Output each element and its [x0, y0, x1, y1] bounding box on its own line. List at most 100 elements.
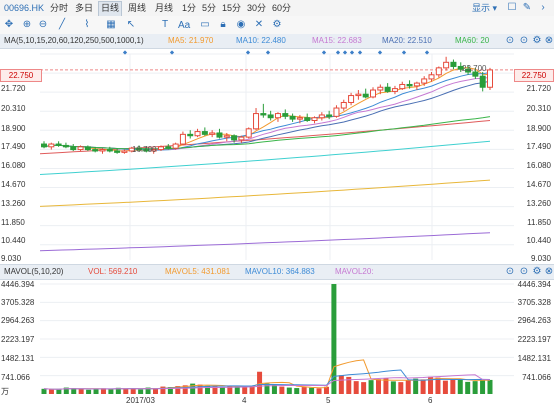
candle-body — [296, 117, 303, 120]
candle-body — [99, 149, 106, 152]
window-square-icon[interactable]: ☐ — [505, 1, 519, 15]
volume-bar — [219, 387, 225, 394]
header-bar: 00696.HK 分时 多日 日线 周线 月线 1分 5分 15分 30分 60… — [0, 0, 554, 17]
candle-body — [282, 113, 289, 117]
volume-bar — [48, 389, 54, 394]
tab-60min[interactable]: 60分 — [270, 1, 293, 15]
shape-tool-icon[interactable]: ⌇ — [80, 18, 94, 32]
x-tick: 4 — [242, 396, 247, 405]
vol-tick: 2964.263 — [517, 316, 551, 325]
tab-monthly[interactable]: 月线 — [153, 1, 175, 15]
down-circle-icon[interactable]: ⊙ — [517, 34, 531, 48]
up-circle-icon[interactable]: ⊙ — [503, 34, 517, 48]
ma-indicator-label[interactable]: MA(5,10,15,20,60,120,250,500,1000,1) — [4, 35, 144, 47]
mavol-indicator-label[interactable]: MAVOL(5,10,20) — [4, 266, 63, 278]
volume-bar — [130, 389, 136, 394]
candle-body — [238, 136, 245, 141]
draw-tool-icon[interactable]: ╱ — [55, 18, 69, 32]
tab-15min[interactable]: 15分 — [220, 1, 243, 15]
font-size-button[interactable]: Aa — [178, 20, 190, 32]
candle-body — [245, 128, 252, 138]
candle-body — [377, 86, 384, 91]
tab-1min[interactable]: 1分 — [180, 1, 198, 15]
volume-bar — [279, 386, 285, 394]
candle-body — [355, 93, 362, 97]
candle-body — [84, 146, 91, 151]
price-tick: 20.310 — [526, 104, 551, 113]
volume-bar — [353, 381, 359, 394]
arrow-icon[interactable]: ↖ — [124, 18, 138, 32]
pen-icon[interactable]: ✎ — [520, 1, 534, 15]
vol-tick-left: 2964.263 — [1, 316, 35, 325]
ma15-value: MA15: 22.683 — [312, 36, 362, 45]
grid-icon[interactable]: ▦ — [104, 18, 118, 32]
settings-icon[interactable]: ⚙ — [270, 18, 284, 32]
tab-weekly[interactable]: 周线 — [126, 1, 148, 15]
mavol20-value: MAVOL20: — [335, 267, 374, 276]
zoom-in-icon[interactable]: ⊕ — [20, 18, 34, 32]
tab-multi-day[interactable]: 多日 — [73, 1, 95, 15]
close-icon[interactable]: ⊗ — [542, 34, 554, 48]
volume-bar — [301, 387, 307, 394]
volume-unit: 万 — [1, 387, 9, 396]
zoom-out-icon[interactable]: ⊖ — [36, 18, 50, 32]
vol-value: VOL: 569.210 — [88, 267, 138, 276]
candlestick-chart[interactable] — [0, 48, 554, 264]
candle-body — [70, 146, 77, 151]
volume-chart[interactable] — [0, 278, 554, 396]
tab-daily[interactable]: 日线 — [98, 1, 123, 17]
price-tick-left: 21.720 — [1, 84, 26, 93]
x-tick: 6 — [428, 396, 433, 405]
down-circle-icon[interactable]: ⊙ — [517, 265, 531, 279]
candle-body — [157, 146, 164, 151]
volume-bar — [197, 384, 203, 394]
mavol5-value: MAVOL5: 431.081 — [165, 267, 231, 276]
vol-tick-left: 3705.328 — [1, 298, 35, 307]
up-circle-icon[interactable]: ⊙ — [503, 265, 517, 279]
candle-body — [326, 114, 333, 117]
candle-body — [304, 117, 311, 121]
volume-bar — [93, 389, 99, 394]
volume-bar — [368, 380, 374, 394]
chevron-right-icon[interactable]: › — [536, 1, 550, 15]
volume-bar — [457, 378, 463, 394]
volume-bar — [435, 377, 441, 394]
candle-body — [274, 113, 281, 119]
volume-bar — [480, 379, 486, 394]
marker-icon[interactable]: ▭ — [198, 18, 212, 32]
ma250-line — [39, 140, 491, 175]
lock-icon[interactable]: 🔒︎ — [216, 18, 230, 32]
text-icon[interactable]: T — [158, 18, 172, 32]
candle-body — [391, 88, 398, 92]
candle-body — [289, 115, 296, 120]
vol-tick: 1482.131 — [517, 354, 551, 363]
volume-bar — [376, 379, 381, 394]
tab-5min[interactable]: 5分 — [200, 1, 218, 15]
display-menu-button[interactable]: 显示 ▾ — [470, 1, 499, 15]
volume-bar — [41, 388, 47, 394]
price-tick: 13.260 — [526, 199, 551, 208]
price-tick: 10.440 — [526, 236, 551, 245]
candle-body — [413, 82, 420, 87]
volume-bar — [472, 381, 478, 394]
close-icon[interactable]: ⊗ — [542, 265, 554, 279]
price-tick-left: 9.030 — [1, 254, 22, 263]
volume-bar — [465, 381, 471, 394]
delete-icon[interactable]: ✕ — [252, 18, 266, 32]
price-tick-left: 18.900 — [1, 124, 26, 133]
tab-30min[interactable]: 30分 — [245, 1, 268, 15]
volume-bar — [78, 389, 84, 394]
candle-body — [187, 133, 194, 137]
tab-intraday[interactable]: 分时 — [48, 1, 70, 15]
price-tick-left: 14.670 — [1, 180, 26, 189]
ma-legend-bar: MA(5,10,15,20,60,120,250,500,1000,1) MA5… — [0, 34, 554, 49]
move-icon[interactable]: ✥ — [2, 18, 16, 32]
volume-bar — [138, 389, 144, 394]
volume-bar — [405, 380, 411, 394]
candle-body — [435, 67, 442, 76]
x-tick: 2017/03 — [126, 396, 155, 405]
eye-icon[interactable]: ◉ — [234, 18, 248, 32]
candle-body — [311, 117, 318, 121]
candle-body — [41, 143, 47, 148]
drawing-toolbar: ✥ ⊕ ⊖ ╱ ⌇ ▦ ↖ T Aa ▭ 🔒︎ ◉ ✕ ⚙ — [0, 16, 554, 35]
